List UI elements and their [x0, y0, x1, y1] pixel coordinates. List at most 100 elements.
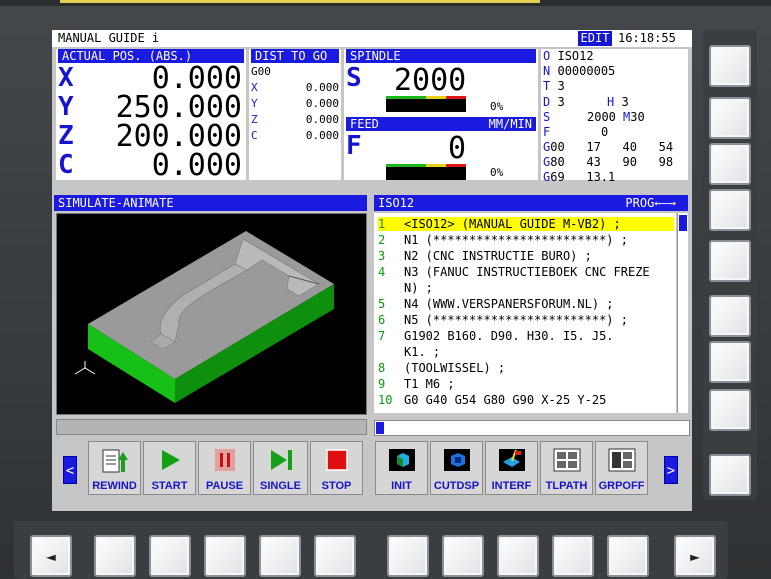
pause-button[interactable]: PAUSE [198, 441, 251, 495]
feed-value: 0 [447, 131, 466, 166]
right-triangle-icon: ► [690, 547, 700, 566]
program-line[interactable]: 2 N1 (************************) ; [378, 233, 674, 247]
program-line[interactable]: K1. ; [378, 345, 674, 359]
side-key-7[interactable] [709, 341, 751, 383]
program-line[interactable]: 5 N4 (WWW.VERSPANERSFORUM.NL) ; [378, 297, 674, 311]
line-text: N) ; [404, 281, 433, 295]
program-header: ISO12 PROG←—→ [374, 195, 688, 211]
single-button[interactable]: SINGLE [253, 441, 308, 495]
program-line[interactable]: 8 (TOOLWISSEL) ; [378, 361, 674, 375]
prog-label: PROG←—→ [625, 196, 676, 210]
simulation-status-bar [56, 419, 367, 435]
side-key-9[interactable] [709, 454, 751, 496]
stop-button[interactable]: STOP [310, 441, 363, 495]
dist-g-code: G00 [251, 65, 271, 78]
dist-axis-y: Y [251, 97, 258, 110]
title-bar: MANUAL GUIDE i EDIT 16:18:55 [52, 30, 692, 47]
single-label: SINGLE [260, 480, 301, 492]
screen-title: MANUAL GUIDE i [58, 31, 160, 45]
bottom-key-10[interactable] [607, 535, 649, 577]
spindle-value: 2000 [394, 63, 467, 98]
axis-value-c: 0.000 [151, 148, 242, 183]
top-strip [0, 0, 771, 6]
interf-label: INTERF [491, 480, 532, 492]
dist-value-y: 0.000 [305, 97, 339, 110]
side-key-1[interactable] [709, 45, 751, 87]
program-line[interactable]: 7 G1902 B160. D90. H30. I5. J5. [378, 329, 674, 343]
program-listing[interactable]: 1 <ISO12> (MANUAL GUIDE M-VB2) ; 2 N1 (****… [374, 213, 676, 413]
rewind-icon [102, 449, 128, 473]
line-text: N4 (WWW.VERSPANERSFORUM.NL) ; [404, 297, 614, 311]
line-number: 9 [378, 377, 386, 391]
init-icon [388, 449, 415, 471]
feed-header: FEED MM/MIN [346, 117, 536, 131]
actual-pos-panel: ACTUAL POS. (ABS.) X 0.000 Y 250.000 Z 2… [56, 49, 246, 183]
line-text: (TOOLWISSEL) ; [404, 361, 506, 375]
bottom-key-row: ◄ ► [14, 521, 728, 579]
modal-g-row-1: G00 17 40 54 [543, 140, 674, 154]
program-line[interactable]: N) ; [378, 281, 674, 295]
bottom-right-key[interactable]: ► [674, 535, 716, 577]
bottom-key-5[interactable] [314, 535, 356, 577]
side-key-8[interactable] [709, 389, 751, 431]
play-icon [161, 450, 180, 470]
line-number: 8 [378, 361, 386, 375]
rewind-button[interactable]: REWIND [88, 441, 141, 495]
modal-t: T 3 [543, 79, 565, 93]
line-number: 7 [378, 329, 386, 343]
modal-s-value: 2000 [587, 110, 616, 124]
spindle-header: SPINDLE [346, 49, 536, 63]
program-input-line[interactable] [374, 420, 690, 436]
bottom-key-9[interactable] [552, 535, 594, 577]
graph-off-icon [608, 448, 635, 472]
pause-icon [214, 449, 235, 471]
mode-badge: EDIT [578, 31, 612, 46]
bottom-key-2[interactable] [149, 535, 191, 577]
side-key-3[interactable] [709, 143, 751, 185]
input-cursor [376, 422, 384, 434]
bottom-key-6[interactable] [387, 535, 429, 577]
interference-icon [498, 449, 525, 471]
spindle-feed-panel: SPINDLE S 2000 0% FEED MM/MIN F 0 0% [344, 49, 538, 180]
program-line[interactable]: 9 T1 M6 ; [378, 377, 674, 391]
softkey-next-button[interactable]: > [664, 456, 678, 484]
feed-percent: 0% [490, 166, 504, 179]
grpoff-button[interactable]: GRPOFF [595, 441, 648, 495]
stop-icon [325, 449, 348, 471]
tlpath-button[interactable]: TLPATH [540, 441, 593, 495]
program-line[interactable]: 6 N5 (************************) ; [378, 313, 674, 327]
grpoff-label: GRPOFF [598, 480, 645, 492]
program-line[interactable]: 1 <ISO12> (MANUAL GUIDE M-VB2) ; [378, 217, 674, 231]
line-text: N5 (************************) ; [404, 313, 628, 327]
cutdsp-button[interactable]: CUTDSP [430, 441, 483, 495]
side-key-6[interactable] [709, 295, 751, 337]
scrollbar-thumb[interactable] [679, 215, 687, 231]
program-line[interactable]: 3 N2 (CNC INSTRUCTIE BURO) ; [378, 249, 674, 263]
tool-path-icon [553, 448, 580, 472]
part-3d-view [74, 231, 334, 403]
program-line[interactable]: 4 N3 (FANUC INSTRUCTIEBOEK CNC FREZE [378, 265, 674, 279]
bottom-key-4[interactable] [259, 535, 301, 577]
side-key-2[interactable] [709, 97, 751, 139]
program-scrollbar[interactable] [677, 213, 688, 413]
side-key-5[interactable] [709, 240, 751, 282]
line-text: T1 M6 ; [404, 377, 455, 391]
bottom-key-7[interactable] [442, 535, 484, 577]
bottom-key-1[interactable] [94, 535, 136, 577]
start-button[interactable]: START [143, 441, 196, 495]
bottom-key-3[interactable] [204, 535, 246, 577]
interf-button[interactable]: INTERF [485, 441, 538, 495]
simulation-viewport[interactable] [56, 213, 367, 415]
dist-value-z: 0.000 [305, 113, 339, 126]
side-key-4[interactable] [709, 189, 751, 231]
bottom-key-8[interactable] [497, 535, 539, 577]
bottom-left-key[interactable]: ◄ [30, 535, 72, 577]
tlpath-label: TLPATH [545, 480, 588, 492]
modal-info-panel: O ISO12 N 00000005 T 3 D 3 H 3 S 2000 M3… [541, 49, 688, 184]
modal-g-row-2: G80 43 90 98 [543, 155, 674, 169]
line-number: 2 [378, 233, 386, 247]
program-line[interactable]: 10 G0 G40 G54 G80 G90 X-25 Y-25 [378, 393, 674, 407]
top-highlight [60, 0, 540, 3]
init-button[interactable]: INIT [375, 441, 428, 495]
softkey-prev-button[interactable]: < [63, 456, 77, 484]
